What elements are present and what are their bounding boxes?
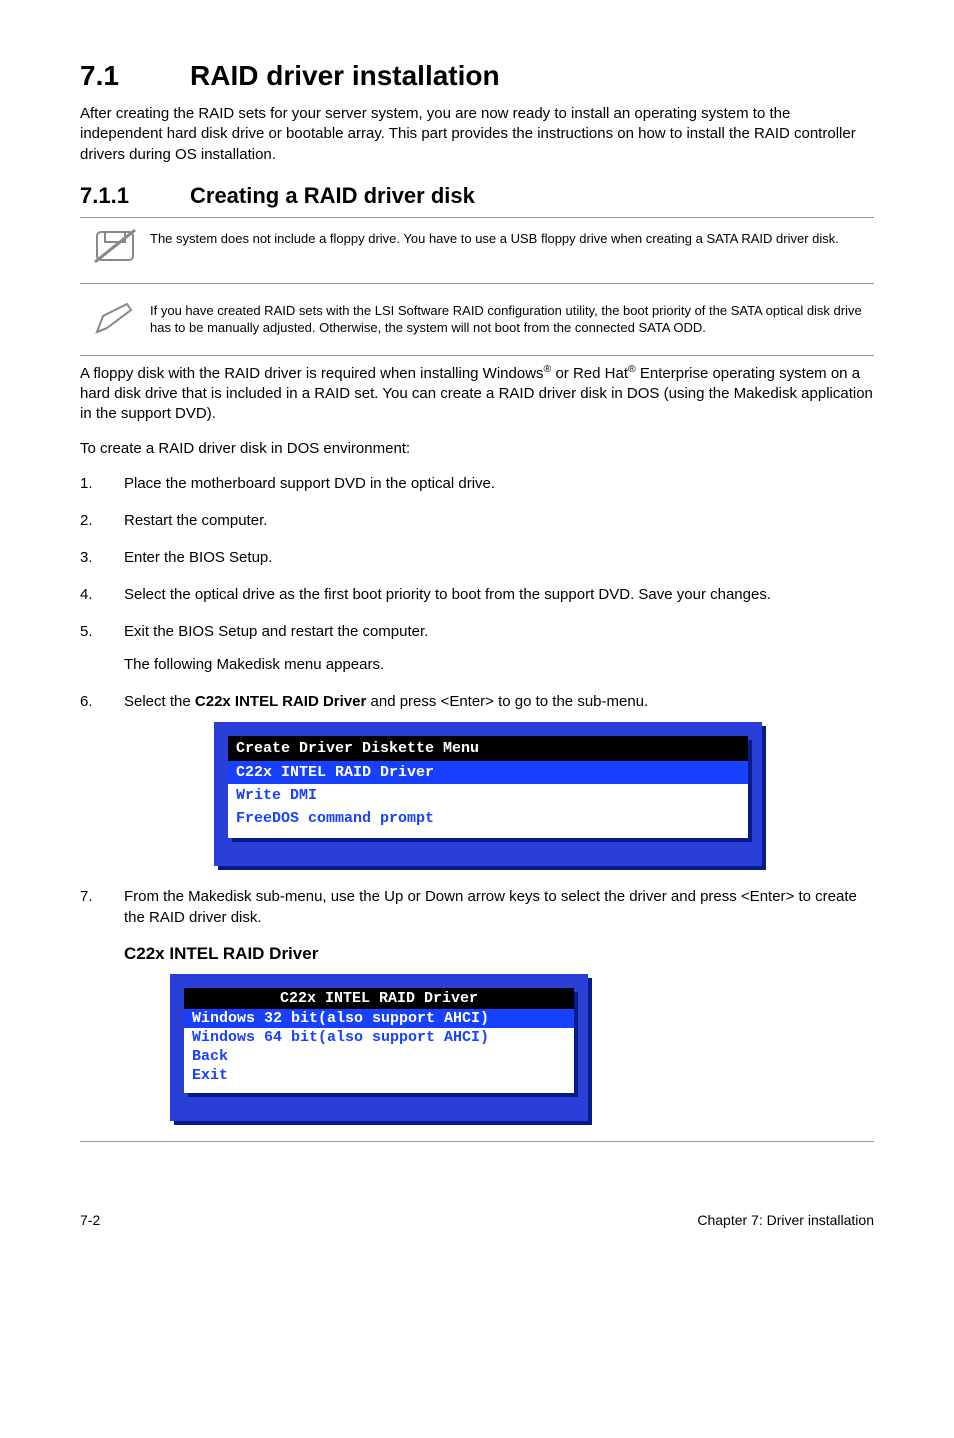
section-heading: 7.1RAID driver installation bbox=[80, 60, 874, 92]
section-intro: After creating the RAID sets for your se… bbox=[80, 104, 874, 165]
makedisk-menu: Create Driver Diskette Menu C22x INTEL R… bbox=[214, 722, 762, 866]
makedisk-title: Create Driver Diskette Menu bbox=[228, 736, 748, 761]
makedisk-panel: Create Driver Diskette Menu C22x INTEL R… bbox=[228, 736, 748, 838]
section-number: 7.1 bbox=[80, 60, 190, 92]
step-1-text: Place the motherboard support DVD in the… bbox=[124, 475, 495, 492]
c22x-opt-back: Back bbox=[184, 1047, 574, 1066]
note-nofloppy: The system does not include a floppy dri… bbox=[80, 217, 874, 284]
step-4-text: Select the optical drive as the first bo… bbox=[124, 586, 771, 603]
step-7: From the Makedisk sub-menu, use the Up o… bbox=[80, 886, 874, 928]
dos-env-paragraph: To create a RAID driver disk in DOS envi… bbox=[80, 439, 874, 459]
c22x-opt-win64: Windows 64 bit(also support AHCI) bbox=[184, 1028, 574, 1047]
step-3: Enter the BIOS Setup. bbox=[80, 547, 874, 568]
makedisk-opt-writedmi: Write DMI bbox=[228, 784, 748, 807]
step-6: Select the C22x INTEL RAID Driver and pr… bbox=[80, 691, 874, 866]
note-nofloppy-text: The system does not include a floppy dri… bbox=[150, 226, 874, 248]
reg-mark-2: ® bbox=[628, 363, 636, 375]
step-2-text: Restart the computer. bbox=[124, 512, 267, 529]
c22x-selected: Windows 32 bit(also support AHCI) bbox=[184, 1009, 574, 1028]
c22x-subhead: C22x INTEL RAID Driver bbox=[124, 944, 874, 964]
step-6-post: and press <Enter> to go to the sub-menu. bbox=[366, 693, 648, 710]
footer-chapter: Chapter 7: Driver installation bbox=[697, 1212, 874, 1228]
step-7-text: From the Makedisk sub-menu, use the Up o… bbox=[124, 888, 857, 926]
step-5-text: Exit the BIOS Setup and restart the comp… bbox=[124, 623, 428, 640]
makedisk-selected: C22x INTEL RAID Driver bbox=[228, 761, 748, 784]
page-footer: 7-2 Chapter 7: Driver installation bbox=[80, 1212, 874, 1228]
step-1: Place the motherboard support DVD in the… bbox=[80, 473, 874, 494]
subsection-title: Creating a RAID driver disk bbox=[190, 183, 475, 208]
c22x-panel: C22x INTEL RAID Driver Windows 32 bit(al… bbox=[184, 988, 574, 1093]
step-5b-text: The following Makedisk menu appears. bbox=[124, 654, 874, 675]
no-floppy-icon bbox=[80, 226, 150, 275]
note-lsi: If you have created RAID sets with the L… bbox=[80, 290, 874, 356]
steps-list: Place the motherboard support DVD in the… bbox=[80, 473, 874, 928]
c22x-menu: C22x INTEL RAID Driver Windows 32 bit(al… bbox=[170, 974, 588, 1121]
c22x-title: C22x INTEL RAID Driver bbox=[184, 988, 574, 1009]
step-4: Select the optical drive as the first bo… bbox=[80, 584, 874, 605]
step-6-bold: C22x INTEL RAID Driver bbox=[195, 693, 366, 710]
subsection-heading: 7.1.1Creating a RAID driver disk bbox=[80, 183, 874, 209]
c22x-opt-exit: Exit bbox=[184, 1066, 574, 1085]
floppy-pre: A floppy disk with the RAID driver is re… bbox=[80, 365, 544, 382]
makedisk-opt-freedos: FreeDOS command prompt bbox=[228, 807, 748, 830]
footer-divider bbox=[80, 1141, 874, 1142]
step-3-text: Enter the BIOS Setup. bbox=[124, 549, 272, 566]
pen-icon bbox=[80, 298, 150, 347]
step-2: Restart the computer. bbox=[80, 510, 874, 531]
floppy-mid: or Red Hat bbox=[551, 365, 628, 382]
subsection-number: 7.1.1 bbox=[80, 183, 190, 209]
footer-page-number: 7-2 bbox=[80, 1212, 100, 1228]
step-5: Exit the BIOS Setup and restart the comp… bbox=[80, 621, 874, 675]
step-6-pre: Select the bbox=[124, 693, 195, 710]
section-title: RAID driver installation bbox=[190, 60, 500, 91]
note-lsi-text: If you have created RAID sets with the L… bbox=[150, 298, 874, 337]
floppy-paragraph: A floppy disk with the RAID driver is re… bbox=[80, 362, 874, 425]
